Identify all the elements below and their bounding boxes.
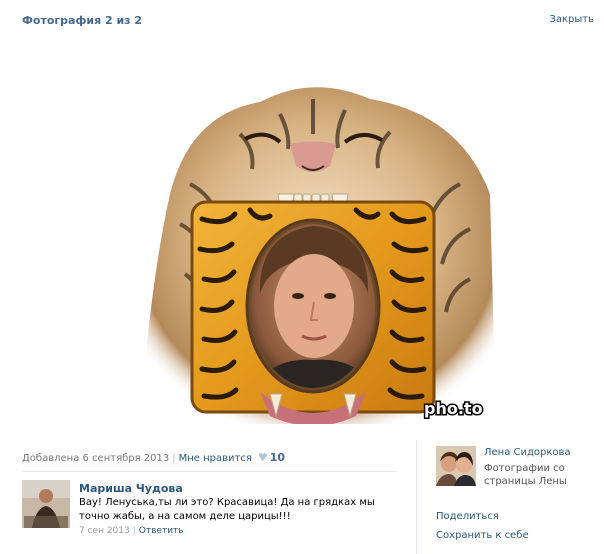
owner-avatar-photo bbox=[436, 446, 476, 486]
comment-author-name[interactable]: Мариша Чудова bbox=[79, 482, 183, 495]
divider bbox=[22, 471, 397, 472]
comment-meta: 7 сен 2013 | Ответить bbox=[79, 526, 184, 536]
share-link[interactable]: Поделиться bbox=[436, 511, 499, 522]
photo-image[interactable]: pho.to bbox=[130, 44, 496, 424]
avatar-photo bbox=[22, 480, 70, 528]
heart-icon[interactable]: ♥ bbox=[258, 451, 268, 464]
owner-avatar[interactable] bbox=[436, 446, 476, 486]
photo-viewer-header: Фотография 2 из 2 Закрыть bbox=[22, 14, 594, 30]
like-button[interactable]: Мне нравится bbox=[179, 453, 252, 464]
comment-author-avatar[interactable] bbox=[22, 480, 70, 528]
comment-text: Вау! Ленуська,ты ли это? Красавица! Да н… bbox=[79, 497, 375, 522]
save-to-my-photos-link[interactable]: Сохранить к себе bbox=[436, 530, 529, 541]
sidebar-divider bbox=[416, 440, 417, 554]
owner-name-link[interactable]: Лена Сидоркова bbox=[484, 447, 571, 458]
album-link[interactable]: Фотографии со страницы Лены bbox=[484, 462, 594, 488]
watermark-text: pho.to bbox=[424, 399, 483, 418]
reply-button[interactable]: Ответить bbox=[139, 526, 184, 536]
upload-date: Добавлена 6 сентября 2013 bbox=[22, 453, 170, 464]
photo-meta: Добавлена 6 сентября 2013 | Мне нравится ♥ 1… bbox=[22, 451, 285, 464]
comment-item: Мариша Чудова Вау! Ленуська,ты ли это? К… bbox=[22, 480, 397, 540]
like-count[interactable]: 10 bbox=[270, 451, 285, 464]
photo-counter-title: Фотография 2 из 2 bbox=[22, 14, 143, 27]
close-link[interactable]: Закрыть bbox=[549, 14, 594, 25]
separator: | bbox=[132, 526, 136, 536]
tiger-frame-photo: pho.to bbox=[140, 87, 496, 424]
comment-date: 7 сен 2013 bbox=[79, 526, 130, 536]
separator: | bbox=[172, 453, 176, 464]
